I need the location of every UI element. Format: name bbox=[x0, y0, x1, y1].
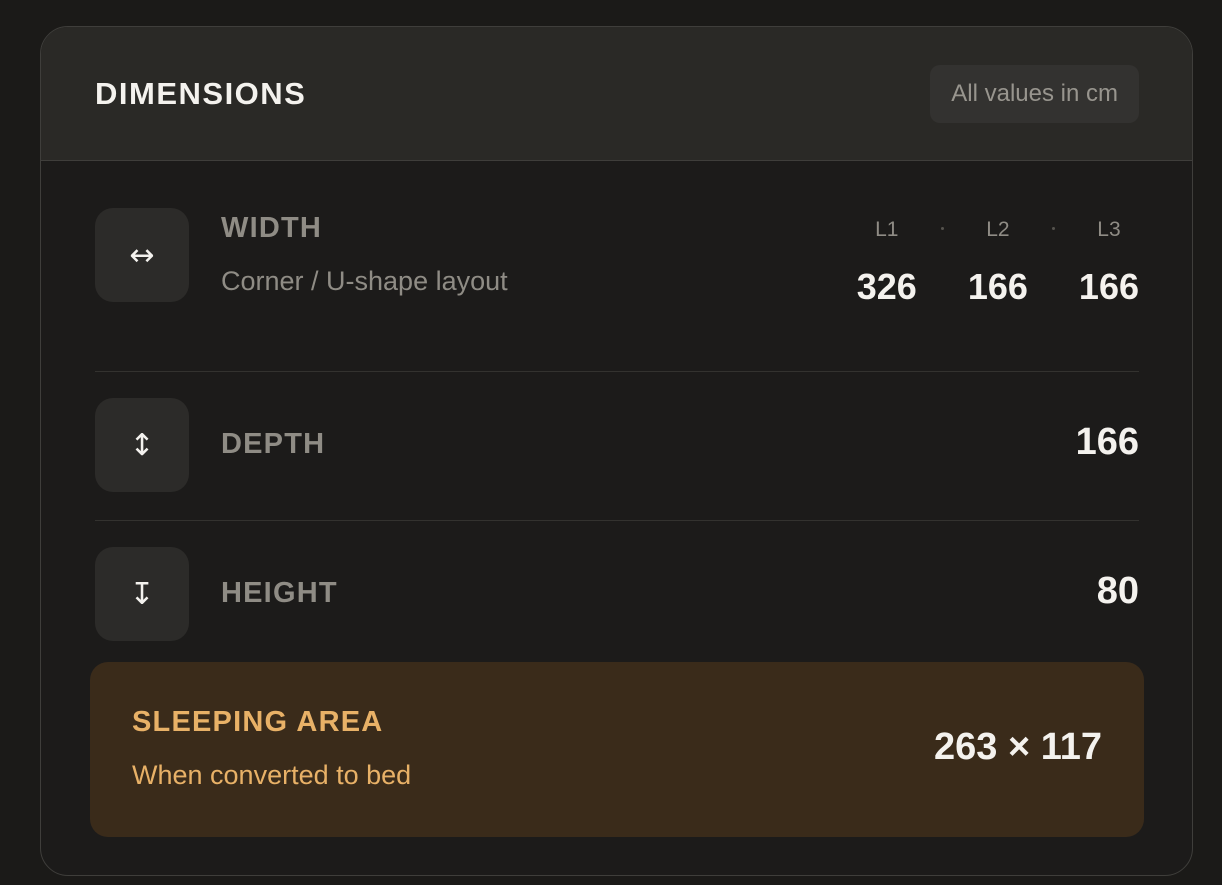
sleeping-area-subtitle: When converted to bed bbox=[132, 760, 412, 790]
depth-label: DEPTH bbox=[221, 428, 326, 460]
height-arrow-icon: ↧ bbox=[95, 547, 189, 641]
segment-l3: L3 166 bbox=[1079, 218, 1139, 308]
sleeping-area-title: SLEEPING AREA bbox=[132, 706, 384, 738]
dimension-row-width: ↔ WIDTH Corner / U-shape layout L1 326 L… bbox=[95, 208, 1139, 343]
segment-l2: L2 166 bbox=[968, 218, 1028, 308]
dimensions-card: DIMENSIONS All values in cm ↔ WIDTH Corn… bbox=[40, 26, 1193, 876]
segment-l1: L1 326 bbox=[857, 218, 917, 308]
segment-separator bbox=[1051, 227, 1055, 230]
depth-value: 166 bbox=[1075, 421, 1139, 463]
vertical-arrows-icon: ↕ bbox=[95, 398, 189, 492]
sleeping-area-panel: SLEEPING AREA When converted to bed 263 … bbox=[90, 662, 1144, 837]
segment-separator bbox=[940, 227, 944, 230]
dimension-row-height: ↧ HEIGHT 80 bbox=[95, 520, 1139, 641]
units-badge: All values in cm bbox=[930, 65, 1139, 123]
horizontal-arrows-icon: ↔ bbox=[95, 208, 189, 302]
height-value: 80 bbox=[1096, 570, 1139, 612]
segment-value: 166 bbox=[1078, 266, 1139, 307]
card-header: DIMENSIONS All values in cm bbox=[41, 27, 1192, 161]
segment-label: L3 bbox=[1097, 218, 1121, 241]
height-label: HEIGHT bbox=[221, 577, 338, 609]
segment-value: 166 bbox=[967, 266, 1028, 307]
width-segments: L1 326 L2 166 L3 166 bbox=[857, 218, 1139, 308]
segment-label: L1 bbox=[875, 218, 899, 241]
width-label: WIDTH bbox=[221, 212, 323, 244]
segment-value: 326 bbox=[856, 266, 917, 307]
card-title: DIMENSIONS bbox=[95, 76, 307, 111]
dimension-row-depth: ↕ DEPTH 166 bbox=[95, 371, 1139, 492]
segment-label: L2 bbox=[986, 218, 1010, 241]
sleeping-area-value: 263 × 117 bbox=[933, 726, 1102, 768]
width-subtitle: Corner / U-shape layout bbox=[221, 266, 508, 296]
